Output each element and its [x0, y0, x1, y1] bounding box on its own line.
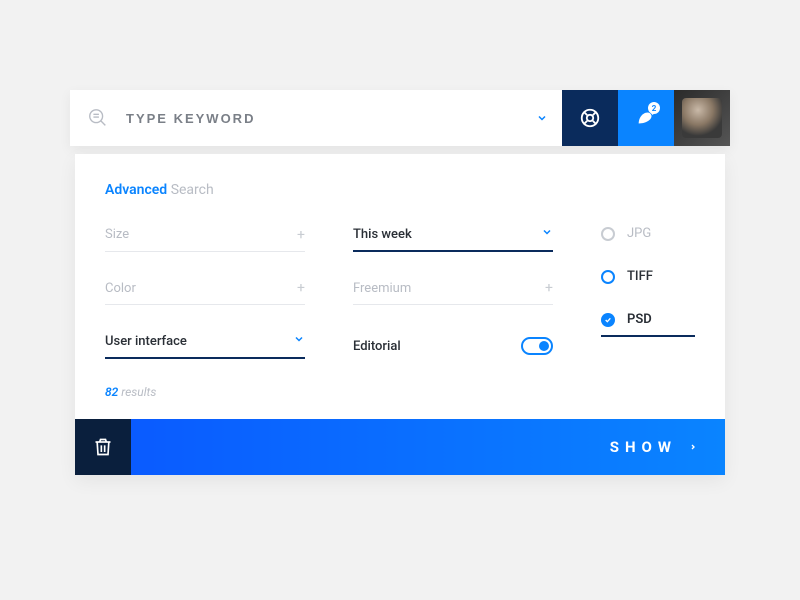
- pricing-field[interactable]: Freemium +: [353, 280, 553, 305]
- color-field[interactable]: Color +: [105, 280, 305, 305]
- format-psd-label: PSD: [627, 312, 652, 327]
- format-jpg[interactable]: JPG: [601, 226, 695, 241]
- timeframe-field[interactable]: This week: [353, 226, 553, 252]
- clear-button[interactable]: [75, 419, 131, 475]
- results-number: 82: [105, 385, 118, 399]
- editorial-toggle[interactable]: [521, 337, 553, 355]
- search-icon: [70, 107, 126, 129]
- chevron-right-icon: [689, 441, 697, 453]
- title-search: Search: [171, 182, 214, 198]
- panel-title: Advanced Search: [105, 182, 695, 198]
- radio-outline-icon: [601, 270, 615, 284]
- footer: SHOW: [75, 419, 725, 475]
- results-label: results: [121, 385, 156, 399]
- format-tiff[interactable]: TIFF: [601, 269, 695, 284]
- plus-icon: +: [297, 280, 305, 296]
- format-psd[interactable]: PSD: [601, 312, 695, 337]
- avatar-image: [682, 98, 722, 138]
- format-tiff-label: TIFF: [627, 269, 653, 284]
- show-button[interactable]: SHOW: [131, 419, 725, 475]
- editorial-field: Editorial: [353, 333, 553, 359]
- advanced-search-panel: Advanced Search Size + This week JPG TIF…: [75, 154, 725, 475]
- search-dropdown-toggle[interactable]: [522, 112, 562, 124]
- editorial-label: Editorial: [353, 339, 401, 354]
- pricing-label: Freemium: [353, 281, 411, 296]
- radio-empty-icon: [601, 227, 615, 241]
- search-input[interactable]: [126, 111, 522, 126]
- radio-checked-icon: [601, 313, 615, 327]
- help-button[interactable]: [562, 90, 618, 146]
- timeframe-label: This week: [353, 227, 412, 242]
- category-label: User interface: [105, 334, 187, 349]
- plus-icon: +: [297, 227, 305, 243]
- avatar[interactable]: [674, 90, 730, 146]
- size-label: Size: [105, 227, 129, 242]
- notification-badge: 2: [648, 102, 660, 114]
- chevron-down-icon: [541, 226, 553, 242]
- chevron-down-icon: [293, 333, 305, 349]
- color-label: Color: [105, 281, 136, 296]
- search-bar: 2: [70, 90, 730, 146]
- category-field[interactable]: User interface: [105, 333, 305, 359]
- results-count: 82 results: [105, 385, 695, 399]
- notifications-button[interactable]: 2: [618, 90, 674, 146]
- plus-icon: +: [545, 280, 553, 296]
- format-jpg-label: JPG: [627, 226, 651, 241]
- show-label: SHOW: [610, 438, 677, 456]
- size-field[interactable]: Size +: [105, 226, 305, 252]
- title-advanced: Advanced: [105, 182, 167, 198]
